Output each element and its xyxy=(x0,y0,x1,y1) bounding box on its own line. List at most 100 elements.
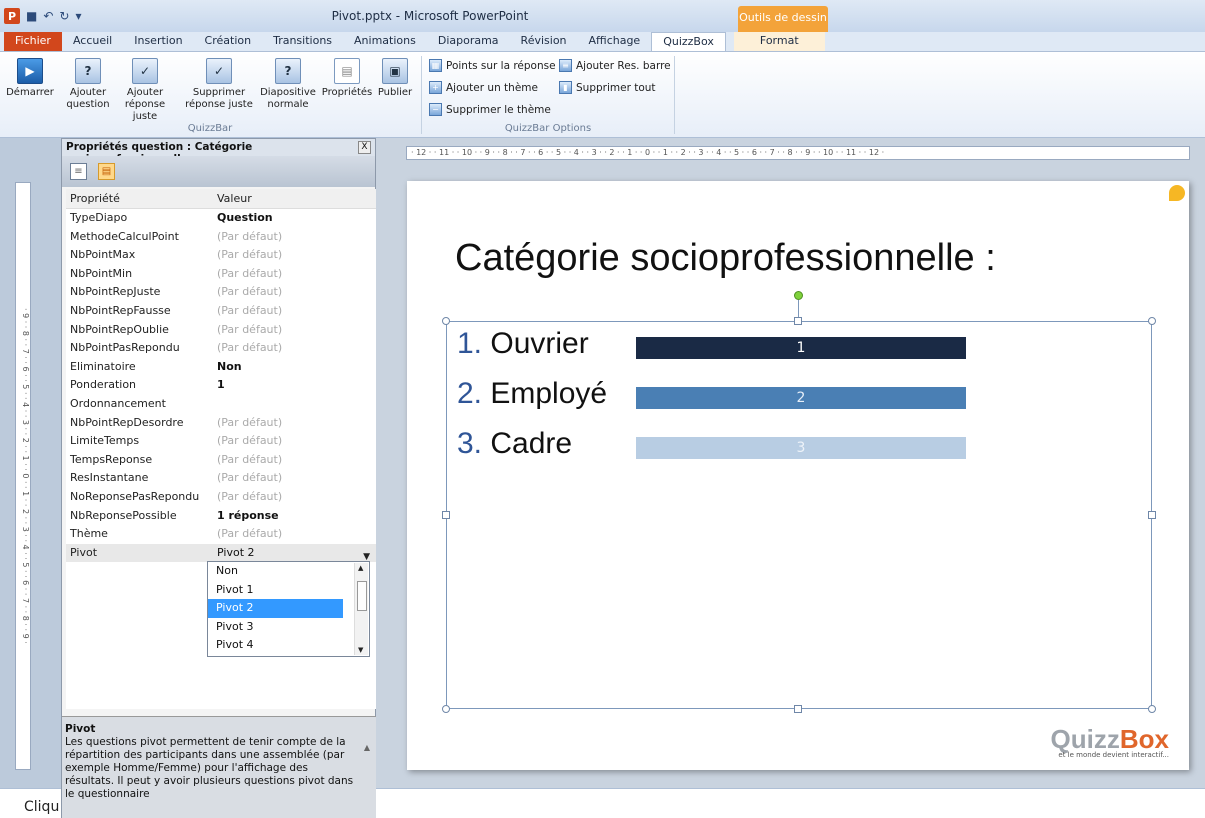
property-row[interactable]: NbPointRepDesordre (Par défaut) xyxy=(66,414,376,433)
property-row[interactable]: MethodeCalculPoint (Par défaut) xyxy=(66,228,376,247)
property-row[interactable]: NbReponsePossible 1 réponse xyxy=(66,507,376,526)
property-value[interactable]: (Par défaut) xyxy=(213,451,376,470)
points-reponse-button[interactable]: ▦ Points sur la réponse xyxy=(429,59,556,72)
dropdown-scrollbar[interactable]: ▲ ▼ xyxy=(354,563,368,655)
notes-placeholder[interactable]: Cliqu xyxy=(24,799,59,815)
tab-quizzbox[interactable]: QuizzBox xyxy=(651,32,726,51)
property-row[interactable]: NbPointRepFausse (Par défaut) xyxy=(66,302,376,321)
pivot-dropdown-list[interactable]: Non Pivot 1 Pivot 2 Pivot 3 Pivot 4 ▲ ▼ xyxy=(207,561,370,657)
scroll-up-icon[interactable]: ▲ xyxy=(364,741,370,754)
tab-insertion[interactable]: Insertion xyxy=(123,32,193,51)
add-res-bar-button[interactable]: ≡ Ajouter Res. barre xyxy=(559,59,671,72)
property-value[interactable]: (Par défaut) xyxy=(213,488,376,507)
property-row[interactable]: NbPointPasRepondu (Par défaut) xyxy=(66,339,376,358)
property-name: Thème xyxy=(70,527,108,541)
property-value[interactable]: (Par défaut) xyxy=(213,469,376,488)
property-row[interactable]: Pivot Pivot 2 ▼ xyxy=(66,543,376,563)
tab-affichage[interactable]: Affichage xyxy=(578,32,652,51)
property-value[interactable]: (Par défaut) xyxy=(213,414,376,433)
answer-option[interactable]: 1. Ouvrier xyxy=(457,327,589,361)
dropdown-option[interactable]: Pivot 1 xyxy=(208,581,343,600)
resize-handle-tr[interactable] xyxy=(1148,317,1156,325)
property-row[interactable]: TypeDiapo Question xyxy=(66,209,376,228)
property-row[interactable]: NbPointMin (Par défaut) xyxy=(66,265,376,284)
property-value[interactable]: 1 xyxy=(213,376,376,395)
property-row[interactable]: ResInstantane (Par défaut) xyxy=(66,469,376,488)
scroll-thumb[interactable] xyxy=(357,581,367,611)
properties-button[interactable]: ▤ Propriétés xyxy=(320,58,374,99)
property-value[interactable]: Non xyxy=(213,358,376,377)
property-row[interactable]: NbPointMax (Par défaut) xyxy=(66,246,376,265)
property-value[interactable]: (Par défaut) xyxy=(213,525,376,544)
dropdown-option[interactable]: Pivot 2 xyxy=(208,599,343,618)
remove-all-button[interactable]: ▮ Supprimer tout xyxy=(559,81,656,94)
scroll-down-icon[interactable]: ▼ xyxy=(358,646,363,654)
remove-theme-button[interactable]: − Supprimer le thème xyxy=(429,103,551,116)
tab-diaporama[interactable]: Diaporama xyxy=(427,32,510,51)
resize-handle-t[interactable] xyxy=(794,317,802,325)
property-row[interactable]: NbPointRepJuste (Par défaut) xyxy=(66,283,376,302)
property-value[interactable]: (Par défaut) xyxy=(213,246,376,265)
resize-handle-tl[interactable] xyxy=(442,317,450,325)
property-row[interactable]: NoReponsePasRepondu (Par défaut) xyxy=(66,488,376,507)
property-row[interactable]: NbPointRepOublie (Par défaut) xyxy=(66,321,376,340)
property-row[interactable]: Eliminatoire Non xyxy=(66,358,376,377)
normal-slide-button[interactable]: ? Diapositive normale xyxy=(258,58,318,111)
demarrer-button[interactable]: ▶ Démarrer xyxy=(2,58,58,99)
slide-title[interactable]: Catégorie socioprofessionnelle : xyxy=(455,237,996,280)
result-bar[interactable]: 1 xyxy=(636,337,966,359)
answer-option[interactable]: 3. Cadre xyxy=(457,427,572,461)
remove-answer-button[interactable]: ✓ Supprimer réponse juste xyxy=(180,58,258,111)
tab-revision[interactable]: Révision xyxy=(510,32,578,51)
result-bar[interactable]: 2 xyxy=(636,387,966,409)
property-pages-icon[interactable]: ▤ xyxy=(98,163,115,180)
property-value[interactable]: Pivot 2 ▼ xyxy=(213,544,376,563)
property-value[interactable]: (Par défaut) xyxy=(213,321,376,340)
property-row[interactable]: Thème (Par défaut) xyxy=(66,525,376,544)
tab-format[interactable]: Format xyxy=(733,32,825,51)
resize-handle-b[interactable] xyxy=(794,705,802,713)
play-icon: ▶ xyxy=(17,58,43,84)
add-theme-button[interactable]: + Ajouter un thème xyxy=(429,81,538,94)
tab-creation[interactable]: Création xyxy=(194,32,263,51)
property-value[interactable]: (Par défaut) xyxy=(213,302,376,321)
dropdown-option[interactable]: Non xyxy=(208,562,343,581)
tab-fichier[interactable]: Fichier xyxy=(4,32,62,51)
property-value[interactable]: 1 réponse xyxy=(213,507,376,526)
property-value[interactable]: (Par défaut) xyxy=(213,432,376,451)
comment-bubble-icon[interactable] xyxy=(1169,185,1185,201)
categorized-view-icon[interactable]: ≡ xyxy=(70,163,87,180)
property-row[interactable]: Ordonnancement xyxy=(66,395,376,414)
rotation-handle[interactable] xyxy=(794,291,803,300)
property-row[interactable]: Ponderation 1 xyxy=(66,376,376,395)
slide-canvas[interactable]: Catégorie socioprofessionnelle : 1. Ouvr… xyxy=(407,181,1189,770)
dropdown-option[interactable]: Pivot 3 xyxy=(208,618,343,637)
add-answer-button[interactable]: ✓ Ajouter réponse juste xyxy=(114,58,176,123)
property-row[interactable]: TempsReponse (Par défaut) xyxy=(66,451,376,470)
publish-button[interactable]: ▣ Publier xyxy=(374,58,416,99)
resize-handle-br[interactable] xyxy=(1148,705,1156,713)
result-bar[interactable]: 3 xyxy=(636,437,966,459)
resize-handle-l[interactable] xyxy=(442,511,450,519)
add-question-button[interactable]: ? Ajouter question xyxy=(62,58,114,111)
close-icon[interactable]: X xyxy=(358,141,371,154)
property-value[interactable]: (Par défaut) xyxy=(213,265,376,284)
bar-chart-icon: ≡ xyxy=(559,59,572,72)
group-label-quizzbar-options: QuizzBar Options xyxy=(504,123,592,134)
tab-accueil[interactable]: Accueil xyxy=(62,32,123,51)
property-row[interactable]: LimiteTemps (Par défaut) xyxy=(66,432,376,451)
property-value[interactable]: (Par défaut) xyxy=(213,228,376,247)
scroll-up-icon[interactable]: ▲ xyxy=(358,564,363,572)
answer-option[interactable]: 2. Employé xyxy=(457,377,607,411)
property-name: NbPointRepOublie xyxy=(70,322,169,336)
dropdown-option[interactable]: Pivot 4 xyxy=(208,636,343,655)
add-answer-icon: ✓ xyxy=(132,58,158,84)
resize-handle-r[interactable] xyxy=(1148,511,1156,519)
property-value[interactable] xyxy=(213,395,376,414)
property-value[interactable]: Question xyxy=(213,209,376,228)
resize-handle-bl[interactable] xyxy=(442,705,450,713)
property-value[interactable]: (Par défaut) xyxy=(213,339,376,358)
tab-animations[interactable]: Animations xyxy=(343,32,427,51)
tab-transitions[interactable]: Transitions xyxy=(262,32,343,51)
property-value[interactable]: (Par défaut) xyxy=(213,283,376,302)
